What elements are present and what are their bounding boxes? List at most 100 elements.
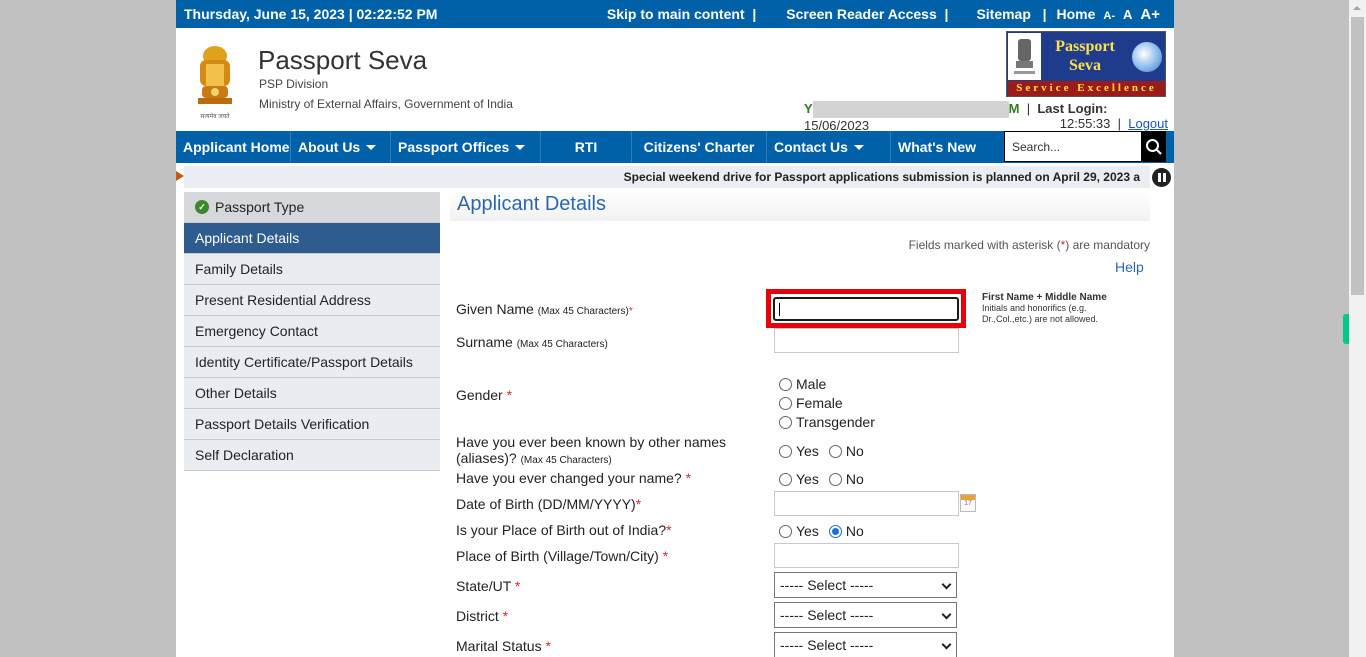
radio-button[interactable] [779,415,792,429]
site-title: Passport Seva [258,45,428,75]
chevron-down-icon [366,144,377,150]
given-name-label: Given Name (Max 45 Characters)* [456,301,633,317]
current-datetime: Thursday, June 15, 2023 | 02:22:52 PM [184,6,438,22]
page-scrollbar[interactable] [1349,0,1366,657]
top-bar: Thursday, June 15, 2023 | 02:22:52 PM Sk… [176,0,1174,28]
step-emergency-contact[interactable]: Emergency Contact [184,316,440,347]
district-label: District * [456,608,509,624]
skip-to-main-link[interactable]: Skip to main content | [607,6,756,22]
state-select[interactable]: ----- Select ----- [774,572,957,598]
step-self-declaration[interactable]: Self Declaration [184,440,440,471]
last-login-time: 12:55:33 [1059,116,1111,131]
changed-name-radio-group: Yes No [779,471,864,487]
calendar-icon[interactable]: 17 [960,494,976,512]
welcome-prefix: Y [804,101,813,116]
district-select[interactable]: ----- Select ----- [774,602,957,628]
nav-whats-new[interactable]: What's New [891,131,1004,163]
nav-rti[interactable]: RTI [541,131,632,163]
font-increase-button[interactable]: A+ [1140,6,1160,23]
step-passport-verification[interactable]: Passport Details Verification [184,409,440,440]
font-decrease-button[interactable]: A- [1103,10,1115,22]
place-of-birth-input[interactable] [774,543,959,568]
welcome-suffix: M [1008,101,1020,116]
changed-name-yes-radio[interactable] [779,472,792,486]
place-of-birth-label: Place of Birth (Village/Town/City) * [456,548,669,564]
surname-input[interactable] [774,328,959,353]
screen-reader-access-link[interactable]: Screen Reader Access | [786,6,948,22]
sitemap-link[interactable]: Sitemap | [976,6,1046,22]
chevron-down-icon [941,579,952,590]
gender-transgender-option[interactable]: Transgender [779,414,875,430]
aliases-yes-radio[interactable] [779,444,792,458]
top-links: Skip to main content | Screen Reader Acc… [607,6,1160,23]
page: Thursday, June 15, 2023 | 02:22:52 PM Sk… [176,0,1174,657]
dob-input[interactable] [774,491,959,516]
chevron-down-icon [941,639,952,650]
logout-link[interactable]: Logout [1128,116,1168,131]
surname-label: Surname (Max 45 Characters) [456,334,608,350]
step-other-details[interactable]: Other Details [184,378,440,409]
site-division: PSP Division [259,77,329,91]
given-name-input[interactable] [773,297,959,321]
scrollbar-thumb[interactable] [1351,17,1364,295]
redacted-username [812,101,1009,119]
chevron-down-icon [853,144,864,150]
search-button[interactable] [1141,131,1166,162]
changed-name-no-radio[interactable] [828,472,842,486]
home-link[interactable]: Home [1057,6,1096,22]
globe-icon [1129,33,1165,80]
aliases-no-radio[interactable] [828,444,842,458]
nav-contact-us[interactable]: Contact Us [767,131,891,163]
dob-label: Date of Birth (DD/MM/YYYY)* [456,496,642,512]
gender-male-option[interactable]: Male [779,376,826,392]
search-icon [1145,138,1162,155]
form-steps-sidebar: ✓ Passport Type Applicant Details Family… [184,192,440,471]
site-ministry: Ministry of External Affairs, Government… [259,97,513,111]
chevron-down-icon [941,609,952,620]
radio-button[interactable] [779,396,792,410]
radio-button[interactable] [779,377,792,391]
given-name-help: First Name + Middle Name Initials and ho… [982,292,1107,324]
marital-status-select[interactable]: ----- Select ----- [774,632,957,657]
last-login-time-row: 12:55:33 | Logout [1059,116,1168,131]
nav-applicant-home[interactable]: Applicant Home [176,131,291,163]
nav-about-us[interactable]: About Us [291,131,391,163]
ticker-pause-button[interactable] [1152,168,1171,187]
check-circle-icon: ✓ [195,200,209,214]
mandatory-note: Fields marked with asterisk (*) are mand… [908,238,1150,252]
gender-female-option[interactable]: Female [779,395,843,411]
site-header: सत्यमेव जयते Passport Seva PSP Division … [176,28,1174,133]
birth-out-india-radio-group: Yes No [779,523,864,539]
font-normal-button[interactable]: A [1123,7,1132,22]
ticker-text[interactable]: Special weekend drive for Passport appli… [624,170,1140,184]
passport-seva-logo: Passport Seva Service Excellence [1006,31,1166,97]
step-present-address[interactable]: Present Residential Address [184,285,440,316]
nav-passport-offices[interactable]: Passport Offices [391,131,541,163]
step-passport-type[interactable]: ✓ Passport Type [184,192,440,223]
brand-line2: Seva [1069,57,1101,74]
brand-text: Passport Seva [1042,33,1128,80]
gender-label: Gender * [456,387,513,403]
birth-out-india-label: Is your Place of Birth out of India?* [456,522,672,538]
step-identity-certificate[interactable]: Identity Certificate/Passport Details [184,347,440,378]
page-title: Applicant Details [457,193,606,215]
nav-citizens-charter[interactable]: Citizens' Charter [632,131,767,163]
step-family-details[interactable]: Family Details [184,254,440,285]
last-login-label: Last Login: [1037,101,1108,116]
given-name-focus-highlight [766,289,966,328]
search-input[interactable]: Search... [1004,131,1142,162]
ticker-arrow-icon [176,171,184,181]
marital-status-label: Marital Status * [456,638,551,654]
brand-tagline: Service Excellence [1008,81,1165,96]
news-ticker: Special weekend drive for Passport appli… [184,166,1150,188]
birth-out-india-yes-radio[interactable] [779,524,792,538]
help-link[interactable]: Help [1115,259,1144,275]
emblem-caption: सत्यमेव जयते [200,112,230,120]
changed-name-label: Have you ever changed your name? * [456,470,692,486]
birth-out-india-no-radio[interactable] [828,524,842,538]
step-applicant-details[interactable]: Applicant Details [184,223,440,254]
state-label: State/UT * [456,578,521,594]
section-header: Applicant Details [450,191,1150,221]
brand-line1: Passport [1055,38,1115,55]
scroll-up-arrow-icon[interactable] [1353,6,1361,10]
